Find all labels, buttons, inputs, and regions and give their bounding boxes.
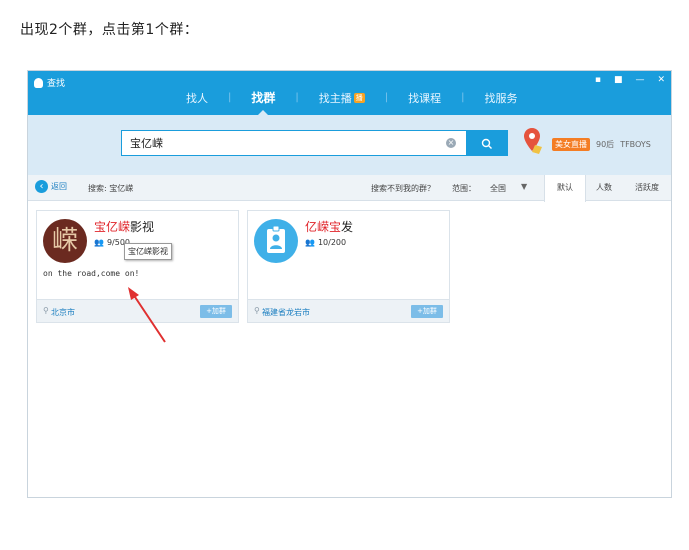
skin-icon[interactable]: ■: [614, 75, 623, 85]
default-group-avatar-icon: [267, 225, 285, 253]
group-description: on the road,come on!: [43, 269, 140, 278]
hot-tag[interactable]: 90后: [596, 139, 614, 150]
tab-find-service[interactable]: 找服务: [477, 90, 526, 106]
instruction-caption: 出现2个群，点击第1个群：: [20, 22, 199, 38]
card-footer: ⚲ 福建省龙岩市 +加群: [248, 299, 449, 322]
group-avatar[interactable]: 嵘: [43, 219, 87, 263]
group-card[interactable]: 亿嵘宝发 👥 10/200 ⚲ 福建省龙岩市 +加群: [247, 210, 450, 323]
tab-bar: 找人 | 找群 | 找主播播 | 找课程 | 找服务: [178, 89, 526, 115]
search-input[interactable]: [121, 130, 467, 156]
hot-tags: 美女直播 90后 TFBOYS: [552, 138, 651, 151]
live-badge-icon: 播: [353, 92, 365, 103]
card-footer: ⚲ 北京市 +加群: [37, 299, 238, 322]
join-group-button[interactable]: +加群: [200, 305, 232, 318]
group-name[interactable]: 宝亿嵘影视: [94, 218, 154, 235]
group-avatar[interactable]: [254, 219, 298, 263]
people-icon: 👥: [305, 238, 315, 247]
back-arrow-icon: ‹: [35, 180, 48, 193]
range-label: 范围：: [452, 184, 476, 193]
tab-find-streamer[interactable]: 找主播播: [311, 90, 373, 106]
tab-find-people[interactable]: 找人: [178, 90, 216, 106]
app-title-area: 查找: [34, 76, 65, 89]
hot-badge[interactable]: 美女直播: [552, 138, 590, 151]
member-count: 👥 10/200: [305, 238, 347, 247]
join-group-button[interactable]: +加群: [411, 305, 443, 318]
sort-tab-default[interactable]: 默认: [544, 175, 586, 202]
hot-tag[interactable]: TFBOYS: [620, 140, 651, 149]
map-pin-icon[interactable]: [523, 127, 543, 155]
tab-find-group[interactable]: 找群: [243, 89, 283, 115]
clear-icon[interactable]: ×: [446, 138, 456, 148]
feedback-icon[interactable]: ▪: [595, 75, 601, 85]
group-name[interactable]: 亿嵘宝发: [305, 218, 353, 235]
back-button[interactable]: ‹ 返回: [35, 180, 67, 193]
search-band: × 美女直播 90后 TFBOYS: [28, 115, 671, 175]
top-bar: 查找 找人 | 找群 | 找主播播 | 找课程 | 找服务 ▪ ■ — ✕: [28, 71, 671, 115]
search-icon: [481, 138, 492, 149]
qq-logo-icon: [34, 77, 43, 88]
people-icon: 👥: [94, 238, 104, 247]
find-window: 查找 找人 | 找群 | 找主播播 | 找课程 | 找服务 ▪ ■ — ✕ ×: [27, 70, 672, 498]
group-location: 福建省龙岩市: [262, 308, 310, 317]
tab-find-course[interactable]: 找课程: [400, 90, 449, 106]
close-icon[interactable]: ✕: [657, 75, 665, 85]
search-button[interactable]: [466, 130, 508, 156]
search-query-label: 搜索: 宝亿嵘: [88, 184, 134, 193]
sort-tab-activity[interactable]: 活跃度: [626, 175, 668, 201]
group-name-tooltip: 宝亿嵘影视: [124, 243, 172, 260]
sort-tab-members[interactable]: 人数: [583, 175, 625, 201]
results-toolbar: ‹ 返回 搜索: 宝亿嵘 搜索不到我的群？ 范围： 全国 ▼ 默认 人数 活跃度: [28, 175, 671, 202]
location-icon: ⚲: [254, 306, 260, 315]
app-title: 查找: [47, 79, 66, 89]
location-icon: ⚲: [43, 306, 49, 315]
chevron-down-icon[interactable]: ▼: [521, 182, 527, 191]
group-location: 北京市: [51, 308, 75, 317]
not-found-link[interactable]: 搜索不到我的群？: [371, 183, 435, 194]
range-select[interactable]: 全国: [490, 183, 506, 194]
window-controls: ▪ ■ — ✕: [595, 75, 665, 85]
group-card[interactable]: 嵘 宝亿嵘影视 👥 9/500 on the road,come on! ⚲ 北…: [36, 210, 239, 323]
minimize-icon[interactable]: —: [635, 75, 644, 85]
